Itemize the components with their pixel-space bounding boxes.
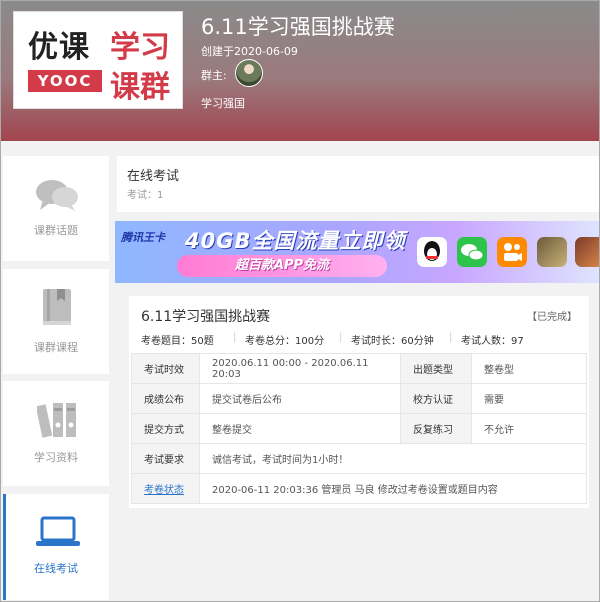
banner-headline: 40GB全国流量立即领	[185, 229, 406, 253]
owner-avatar[interactable]	[235, 59, 263, 87]
exam-count: 考试：1	[127, 186, 163, 201]
exam-card: 6.11学习强国挑战赛 【已完成】 考卷题目：50题 | 考卷总分：100分 |…	[129, 296, 589, 508]
meta-label: 考卷题目：	[141, 336, 191, 347]
game-icon-2	[575, 237, 599, 267]
section-header: 在线考试 考试：1	[117, 156, 599, 212]
cell-value: 提交试卷后公布	[199, 383, 401, 414]
cell-label: 成绩公布	[131, 383, 200, 414]
meta-duration: 考试时长：60分钟	[351, 332, 434, 347]
exam-count-label: 考试：	[127, 190, 157, 201]
exam-count-value: 1	[157, 190, 164, 201]
owner-label: 群主:	[201, 69, 227, 82]
meta-label: 考试人数：	[461, 336, 511, 347]
binders-icon	[37, 403, 76, 438]
meta-participants: 考试人数：97	[461, 332, 524, 347]
book-icon	[43, 289, 71, 325]
logo-text-youke: 优课	[28, 30, 90, 65]
qq-icon	[417, 237, 447, 267]
table-row: 考试要求 诚信考试，考试时间为1小时！	[131, 443, 587, 474]
kuaishou-icon	[497, 237, 527, 267]
section-title: 在线考试	[127, 169, 180, 184]
meta-divider: |	[233, 332, 237, 343]
meta-divider: |	[449, 332, 453, 343]
sidebar-item-topics[interactable]: 课群话题	[3, 156, 109, 261]
logo-text-kequn: 课群	[110, 70, 170, 105]
sidebar-item-materials[interactable]: 学习资料	[3, 381, 109, 486]
yooc-logo: 优课 学习 YOOC 课群	[13, 11, 183, 109]
cell-label: 考试要求	[131, 443, 200, 474]
table-row: 考试时效 2020.06.11 00:00 - 2020.06.11 20:03…	[131, 353, 587, 384]
meta-value: 60分钟	[401, 336, 434, 347]
banner-pill: 超百款APP免流	[177, 255, 387, 277]
sidebar-item-courses[interactable]: 课群课程	[3, 269, 109, 374]
table-row: 考卷状态 2020-06-11 20:03:36 管理员 马良 修改过考卷设置或…	[131, 473, 587, 504]
cell-label: 反复练习	[400, 413, 472, 444]
paper-status-text: 2020-06-11 20:03:36 管理员 马良 修改过考卷设置或题目内容	[199, 473, 587, 504]
sidebar-item-label: 学习资料	[34, 451, 78, 464]
cell-label: 出题类型	[400, 353, 472, 384]
requirement-text: 诚信考试，考试时间为1小时！	[199, 443, 587, 474]
cell-value: 不允许	[471, 413, 587, 444]
meta-label: 考卷总分：	[245, 336, 295, 347]
cell-label: 校方认证	[400, 383, 472, 414]
chat-bubbles-icon	[36, 180, 78, 211]
paper-status-cell: 考卷状态	[131, 473, 200, 504]
sidebar-item-label: 课群课程	[34, 341, 78, 354]
sidebar-item-label: 在线考试	[34, 562, 78, 575]
cell-value: 整卷提交	[199, 413, 401, 444]
page: 优课 学习 YOOC 课群 6.11学习强国挑战赛 创建于2020-06-09 …	[0, 0, 600, 602]
active-indicator	[3, 494, 6, 600]
game-icon	[537, 237, 567, 267]
paper-status-link[interactable]: 考卷状态	[144, 485, 184, 496]
group-title: 6.11学习强国挑战赛	[201, 15, 395, 39]
logo-badge-yooc: YOOC	[28, 70, 102, 92]
cell-value: 整卷型	[471, 353, 587, 384]
meta-label: 考试时长：	[351, 336, 401, 347]
cell-label: 提交方式	[131, 413, 200, 444]
cell-value: 需要	[471, 383, 587, 414]
wechat-icon	[457, 237, 487, 267]
cell-value: 2020.06.11 00:00 - 2020.06.11 20:03	[199, 353, 401, 384]
meta-value: 97	[511, 336, 524, 347]
exam-status-badge: 【已完成】	[527, 312, 577, 323]
exam-info-table: 考试时效 2020.06.11 00:00 - 2020.06.11 20:03…	[131, 353, 587, 504]
sidebar-item-online-exam[interactable]: 在线考试	[3, 494, 109, 600]
meta-total-score: 考卷总分：100分	[245, 332, 324, 347]
banner-brand: 腾讯王卡	[121, 231, 165, 244]
meta-divider: |	[339, 332, 343, 343]
meta-value: 50题	[191, 336, 214, 347]
table-row: 提交方式 整卷提交 反复练习 不允许	[131, 413, 587, 444]
laptop-icon	[36, 516, 80, 546]
meta-question-count: 考卷题目：50题	[141, 332, 214, 347]
exam-title[interactable]: 6.11学习强国挑战赛	[141, 306, 270, 326]
ad-banner[interactable]: 腾讯王卡 40GB全国流量立即领 超百款APP免流	[115, 221, 599, 283]
group-name: 学习强国	[201, 97, 245, 110]
group-header: 优课 学习 YOOC 课群 6.11学习强国挑战赛 创建于2020-06-09 …	[1, 1, 599, 141]
sidebar-item-label: 课群话题	[34, 224, 78, 237]
table-row: 成绩公布 提交试卷后公布 校方认证 需要	[131, 383, 587, 414]
created-date: 创建于2020-06-09	[201, 45, 298, 58]
logo-text-xuexi: 学习	[110, 30, 170, 65]
cell-label: 考试时效	[131, 353, 200, 384]
meta-value: 100分	[295, 336, 325, 347]
